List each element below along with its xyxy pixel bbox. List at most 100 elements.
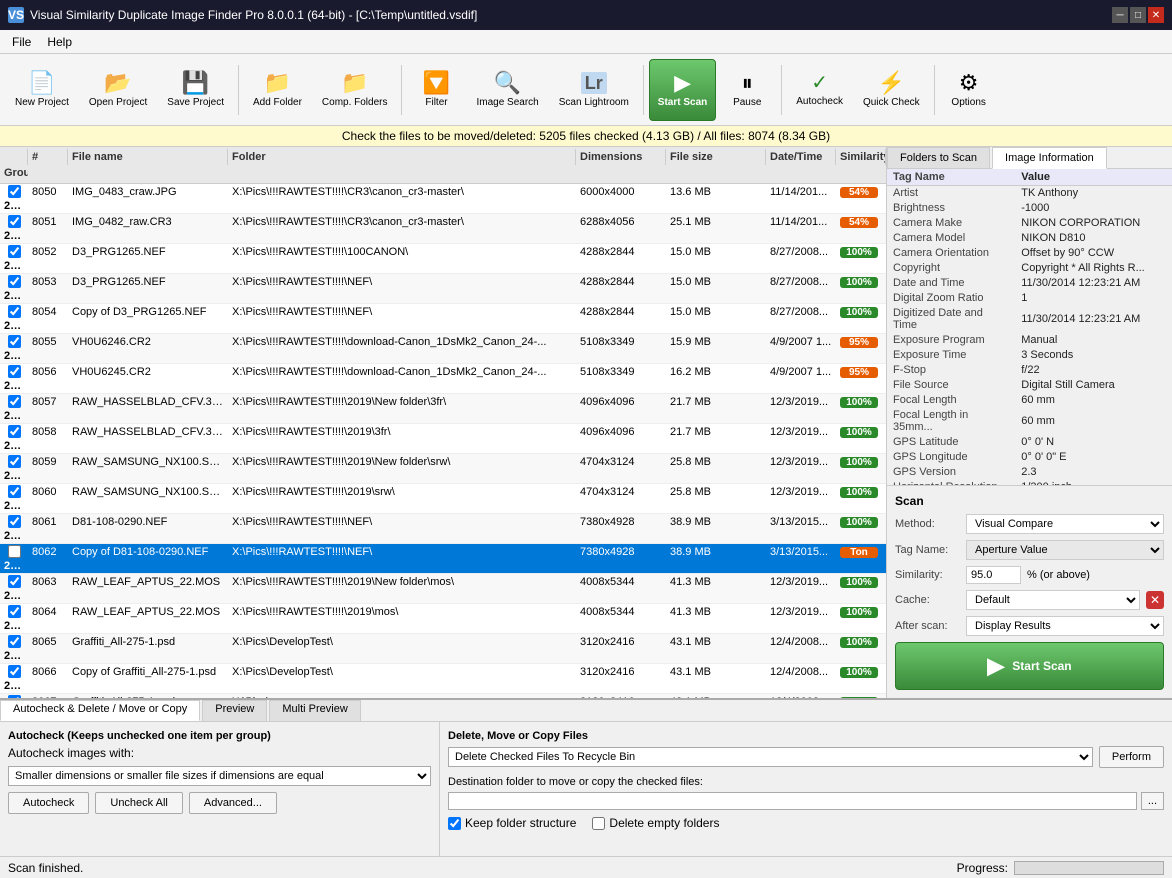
add-folder-button[interactable]: 📁 Add Folder <box>244 59 311 121</box>
start-scan-button[interactable]: ▶ Start Scan <box>649 59 716 121</box>
start-scan-main-button[interactable]: ▶ Start Scan <box>895 642 1164 690</box>
col-id[interactable]: # <box>28 149 68 165</box>
row-checkbox-cell[interactable] <box>0 664 28 679</box>
col-dimensions[interactable]: Dimensions <box>576 149 666 165</box>
keep-folder-structure-checkbox[interactable] <box>448 817 461 830</box>
row-checkbox-cell[interactable] <box>0 694 28 698</box>
open-project-button[interactable]: 📂 Open Project <box>80 59 156 121</box>
row-checkbox[interactable] <box>8 335 21 348</box>
autocheck-select[interactable]: Smaller dimensions or smaller file sizes… <box>8 766 431 786</box>
table-row[interactable]: 8066 Copy of Graffiti_All-275-1.psd X:\P… <box>0 664 886 694</box>
scan-afterscan-select[interactable]: Display Results <box>966 616 1164 636</box>
row-checkbox-cell[interactable] <box>0 454 28 469</box>
row-checkbox-cell[interactable] <box>0 604 28 619</box>
table-row[interactable]: 8061 D81-108-0290.NEF X:\Pics\!!!RAWTEST… <box>0 514 886 544</box>
row-checkbox-cell[interactable] <box>0 634 28 649</box>
row-checkbox-cell[interactable] <box>0 514 28 529</box>
uncheck-all-button[interactable]: Uncheck All <box>95 792 182 814</box>
table-row[interactable]: 8057 RAW_HASSELBLAD_CFV.3FR X:\Pics\!!!R… <box>0 394 886 424</box>
row-checkbox-cell[interactable] <box>0 334 28 349</box>
scan-cache-select[interactable]: Default <box>966 590 1140 610</box>
filter-button[interactable]: 🔽 Filter <box>407 59 465 121</box>
minimize-button[interactable]: ─ <box>1112 7 1128 23</box>
row-checkbox[interactable] <box>8 215 21 228</box>
row-checkbox-cell[interactable] <box>0 424 28 439</box>
row-checkbox-cell[interactable] <box>0 304 28 319</box>
table-row[interactable]: 8054 Copy of D3_PRG1265.NEF X:\Pics\!!!R… <box>0 304 886 334</box>
options-button[interactable]: ⚙ Options <box>940 59 998 121</box>
col-similarity[interactable]: Similarity <box>836 149 886 165</box>
table-row[interactable]: 8055 VH0U6246.CR2 X:\Pics\!!!RAWTEST!!!!… <box>0 334 886 364</box>
table-row[interactable]: 8065 Graffiti_All-275-1.psd X:\Pics\Deve… <box>0 634 886 664</box>
col-group[interactable]: Group <box>0 165 28 181</box>
row-checkbox[interactable] <box>8 605 21 618</box>
table-row[interactable]: 8064 RAW_LEAF_APTUS_22.MOS X:\Pics\!!!RA… <box>0 604 886 634</box>
row-checkbox-cell[interactable] <box>0 574 28 589</box>
window-controls[interactable]: ─ □ ✕ <box>1112 7 1164 23</box>
autocheck-button[interactable]: ✓ Autocheck <box>787 59 852 121</box>
table-row[interactable]: 8060 RAW_SAMSUNG_NX100.SRW X:\Pics\!!!RA… <box>0 484 886 514</box>
row-checkbox[interactable] <box>8 455 21 468</box>
scan-cache-clear-button[interactable]: ✕ <box>1146 591 1164 609</box>
pause-button[interactable]: ⏸ Pause <box>718 59 776 121</box>
scan-method-select[interactable]: Visual Compare <box>966 514 1164 534</box>
table-row[interactable]: 8052 D3_PRG1265.NEF X:\Pics\!!!RAWTEST!!… <box>0 244 886 274</box>
delete-empty-folders-label[interactable]: Delete empty folders <box>592 816 719 830</box>
row-checkbox[interactable] <box>8 365 21 378</box>
row-checkbox-cell[interactable] <box>0 244 28 259</box>
table-row[interactable]: 8050 IMG_0483_craw.JPG X:\Pics\!!!RAWTES… <box>0 184 886 214</box>
table-row[interactable]: 8058 RAW_HASSELBLAD_CFV.3FR X:\Pics\!!!R… <box>0 424 886 454</box>
keep-folder-structure-label[interactable]: Keep folder structure <box>448 816 576 830</box>
col-filename[interactable]: File name <box>68 149 228 165</box>
scan-lightroom-button[interactable]: Lr Scan Lightroom <box>550 59 638 121</box>
autocheck-run-button[interactable]: Autocheck <box>8 792 89 814</box>
table-row[interactable]: 8056 VH0U6245.CR2 X:\Pics\!!!RAWTEST!!!!… <box>0 364 886 394</box>
tab-preview[interactable]: Preview <box>202 700 267 721</box>
table-row[interactable]: 8053 D3_PRG1265.NEF X:\Pics\!!!RAWTEST!!… <box>0 274 886 304</box>
row-checkbox-cell[interactable] <box>0 214 28 229</box>
advanced-button[interactable]: Advanced... <box>189 792 277 814</box>
table-row[interactable]: 8062 Copy of D81-108-0290.NEF X:\Pics\!!… <box>0 544 886 574</box>
close-button[interactable]: ✕ <box>1148 7 1164 23</box>
dest-input[interactable] <box>448 792 1137 810</box>
table-row[interactable]: 8067 Graffiti_All-275-1.psd X:\Pics\ 312… <box>0 694 886 698</box>
row-checkbox[interactable] <box>8 245 21 258</box>
table-row[interactable]: 8059 RAW_SAMSUNG_NX100.SRW X:\Pics\!!!RA… <box>0 454 886 484</box>
table-body[interactable]: 8050 IMG_0483_craw.JPG X:\Pics\!!!RAWTES… <box>0 184 886 698</box>
table-row[interactable]: 8051 IMG_0482_raw.CR3 X:\Pics\!!!RAWTEST… <box>0 214 886 244</box>
row-checkbox[interactable] <box>8 515 21 528</box>
row-checkbox[interactable] <box>8 485 21 498</box>
save-project-button[interactable]: 💾 Save Project <box>158 59 233 121</box>
row-checkbox[interactable] <box>8 695 21 698</box>
col-datetime[interactable]: Date/Time <box>766 149 836 165</box>
tab-autocheck[interactable]: Autocheck & Delete / Move or Copy <box>0 700 200 721</box>
row-checkbox-cell[interactable] <box>0 544 28 559</box>
row-checkbox[interactable] <box>8 425 21 438</box>
col-folder[interactable]: Folder <box>228 149 576 165</box>
row-checkbox[interactable] <box>8 635 21 648</box>
perform-button[interactable]: Perform <box>1099 746 1164 768</box>
row-checkbox-cell[interactable] <box>0 484 28 499</box>
row-checkbox-cell[interactable] <box>0 274 28 289</box>
row-checkbox[interactable] <box>8 665 21 678</box>
row-checkbox[interactable] <box>8 545 21 558</box>
row-checkbox[interactable] <box>8 395 21 408</box>
row-checkbox[interactable] <box>8 185 21 198</box>
quick-check-button[interactable]: ⚡ Quick Check <box>854 59 929 121</box>
tab-image-information[interactable]: Image Information <box>992 147 1107 169</box>
table-row[interactable]: 8063 RAW_LEAF_APTUS_22.MOS X:\Pics\!!!RA… <box>0 574 886 604</box>
delete-action-select[interactable]: Delete Checked Files To Recycle Bin <box>448 747 1093 767</box>
menu-file[interactable]: File <box>4 33 39 51</box>
col-filesize[interactable]: File size <box>666 149 766 165</box>
row-checkbox-cell[interactable] <box>0 364 28 379</box>
row-checkbox[interactable] <box>8 575 21 588</box>
scan-tagname-select[interactable]: Aperture Value <box>966 540 1164 560</box>
maximize-button[interactable]: □ <box>1130 7 1146 23</box>
new-project-button[interactable]: 📄 New Project <box>6 59 78 121</box>
delete-empty-folders-checkbox[interactable] <box>592 817 605 830</box>
row-checkbox-cell[interactable] <box>0 184 28 199</box>
menu-help[interactable]: Help <box>39 33 80 51</box>
tab-folders-to-scan[interactable]: Folders to Scan <box>887 147 990 168</box>
row-checkbox-cell[interactable] <box>0 394 28 409</box>
row-checkbox[interactable] <box>8 275 21 288</box>
